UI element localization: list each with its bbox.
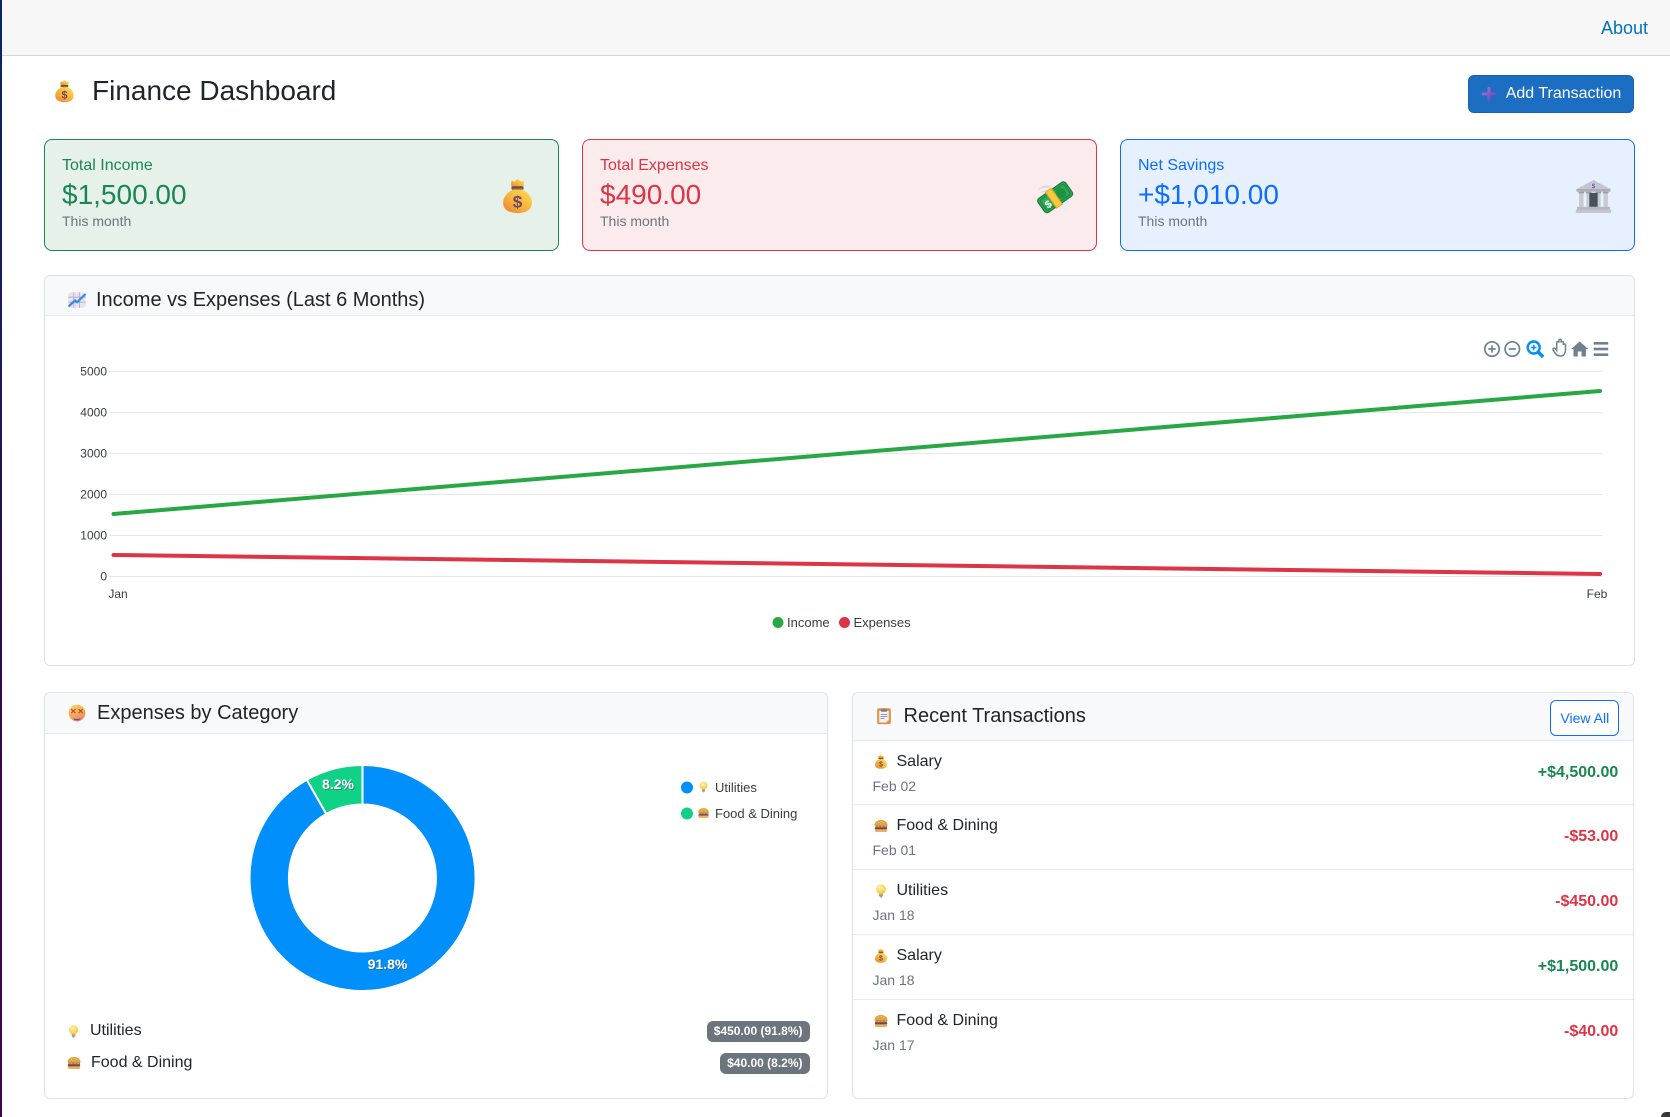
svg-text:Jan: Jan — [108, 587, 127, 601]
svg-text:8.2%: 8.2% — [322, 776, 354, 792]
svg-text:Income: Income — [787, 615, 830, 630]
svg-text:Expenses: Expenses — [854, 615, 912, 630]
svg-text:Food & Dining: Food & Dining — [715, 806, 797, 821]
svg-text:Feb: Feb — [1587, 587, 1608, 601]
svg-text:Utilities: Utilities — [715, 780, 757, 795]
svg-text:3000: 3000 — [80, 447, 107, 461]
svg-text:91.8%: 91.8% — [368, 956, 408, 972]
svg-text:2000: 2000 — [80, 488, 107, 502]
svg-text:1000: 1000 — [80, 529, 107, 543]
svg-text:5000: 5000 — [80, 365, 107, 379]
svg-text:0: 0 — [100, 570, 107, 584]
svg-text:4000: 4000 — [80, 406, 107, 420]
